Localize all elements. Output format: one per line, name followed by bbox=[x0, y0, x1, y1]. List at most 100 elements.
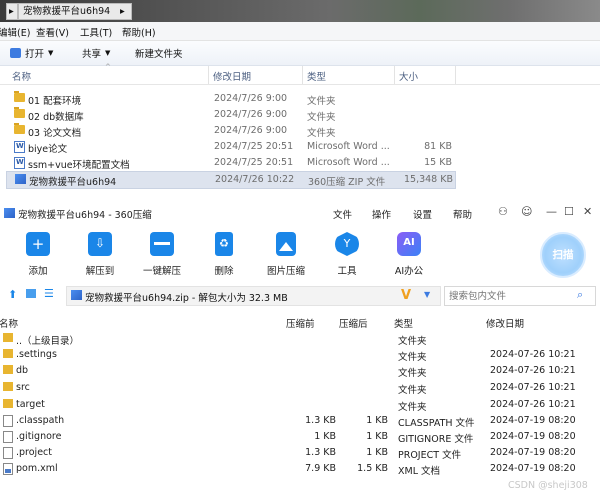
share-label: 共享 bbox=[82, 49, 102, 60]
file-row-selected[interactable]: 宠物救援平台u6h94 2024/7/26 10:22 360压缩 ZIP 文件… bbox=[6, 171, 456, 189]
word-doc-icon bbox=[14, 141, 25, 153]
menu-view[interactable]: 查看(V) bbox=[36, 25, 69, 39]
column-size[interactable]: 大小 bbox=[399, 69, 418, 83]
ai-office-label: AI办公 bbox=[394, 266, 424, 277]
feedback-icon[interactable]: ☺ bbox=[521, 205, 532, 218]
entry-unpacked: 1 KB bbox=[366, 431, 388, 442]
new-folder-button[interactable]: 新建文件夹 bbox=[135, 46, 183, 60]
table-row[interactable]: pom.xml 7.9 KB 1.5 KB XML 文档 2024-07-19 … bbox=[0, 461, 600, 477]
entry-type: PROJECT 文件 bbox=[398, 450, 462, 461]
tools-label: 工具 bbox=[337, 266, 357, 277]
entry-packed: 1 KB bbox=[314, 431, 336, 442]
file-name: 02 db数据库 bbox=[28, 112, 84, 123]
file-date: 2024/7/26 9:00 bbox=[214, 93, 288, 104]
file-row[interactable]: biye论文 2024/7/25 20:51 Microsoft Word ..… bbox=[6, 139, 454, 155]
one-click-extract-button[interactable]: 一键解压 bbox=[137, 232, 187, 277]
entry-name: ..（上级目录） bbox=[16, 336, 80, 347]
xml-file-icon bbox=[3, 463, 13, 475]
entry-date: 2024-07-26 10:21 bbox=[490, 382, 576, 393]
add-button[interactable]: + 添加 bbox=[13, 232, 63, 277]
delete-label: 删除 bbox=[214, 266, 234, 277]
image-compress-icon bbox=[276, 232, 296, 256]
folder-icon bbox=[3, 333, 13, 342]
word-doc-icon bbox=[14, 157, 25, 169]
new-folder-label: 新建文件夹 bbox=[135, 49, 183, 60]
menu-edit[interactable]: 编辑(E) bbox=[0, 25, 30, 39]
column-type[interactable]: 类型 bbox=[394, 316, 413, 330]
up-arrow-icon[interactable]: ⬆ bbox=[8, 288, 17, 301]
table-row[interactable]: target 文件夹 2024-07-26 10:21 bbox=[0, 397, 600, 413]
zip-list-header: 名称 压缩前 压缩后 类型 修改日期 bbox=[0, 314, 600, 330]
table-row[interactable]: src 文件夹 2024-07-26 10:21 bbox=[0, 380, 600, 396]
tools-button[interactable]: Y 工具 bbox=[322, 232, 372, 277]
table-row[interactable]: .project 1.3 KB 1 KB PROJECT 文件 2024-07-… bbox=[0, 445, 600, 461]
path-field[interactable]: 宠物救援平台u6h94.zip - 解包大小为 32.3 MB V ▼ bbox=[66, 286, 441, 306]
menu-file[interactable]: 文件 bbox=[333, 207, 352, 221]
column-type[interactable]: 类型 bbox=[307, 69, 326, 83]
back-chevron-icon[interactable]: ▸ bbox=[6, 3, 18, 20]
shirt-skin-icon[interactable]: ⚇ bbox=[498, 205, 508, 218]
chevron-right-icon: ▸ bbox=[120, 6, 125, 17]
search-input[interactable] bbox=[447, 288, 571, 305]
tools-icon: Y bbox=[335, 232, 359, 256]
share-button[interactable]: 共享 ▼ bbox=[82, 46, 110, 60]
file-icon bbox=[3, 431, 13, 443]
entry-name: pom.xml bbox=[16, 463, 58, 474]
open-label: 打开 bbox=[25, 49, 45, 60]
extract-to-button[interactable]: ⇩ 解压到 bbox=[75, 232, 125, 277]
chevron-down-icon: ▼ bbox=[48, 49, 54, 57]
folder-icon bbox=[3, 365, 13, 374]
thumbnail-view-icon[interactable] bbox=[26, 289, 36, 298]
menu-help[interactable]: 帮助 bbox=[453, 207, 472, 221]
table-row[interactable]: .gitignore 1 KB 1 KB GITIGNORE 文件 2024-0… bbox=[0, 429, 600, 445]
add-icon: + bbox=[26, 232, 50, 256]
folder-icon bbox=[3, 382, 13, 391]
menu-settings[interactable]: 设置 bbox=[413, 207, 432, 221]
menu-help[interactable]: 帮助(H) bbox=[122, 25, 156, 39]
ai-office-button[interactable]: AI AI办公 bbox=[384, 232, 434, 277]
column-name[interactable]: 名称 bbox=[0, 316, 18, 330]
open-button[interactable]: 打开 ▼ bbox=[10, 46, 53, 60]
image-compress-button[interactable]: 图片压缩 bbox=[261, 232, 311, 277]
table-row[interactable]: .settings 文件夹 2024-07-26 10:21 bbox=[0, 347, 600, 363]
entry-unpacked: 1 KB bbox=[366, 447, 388, 458]
column-packed[interactable]: 压缩前 bbox=[286, 316, 315, 330]
address-segment-label: 宠物救援平台u6h94 bbox=[23, 6, 111, 17]
app-icon bbox=[4, 208, 15, 218]
entry-type: 文件夹 bbox=[398, 352, 427, 363]
image-compress-label: 图片压缩 bbox=[266, 266, 305, 277]
entry-name: db bbox=[16, 365, 29, 376]
menu-tools[interactable]: 工具(T) bbox=[80, 25, 112, 39]
list-view-icon[interactable]: ☰ bbox=[44, 287, 54, 300]
column-name[interactable]: 名称 bbox=[12, 69, 31, 83]
file-type: 文件夹 bbox=[307, 128, 336, 139]
folder-icon bbox=[14, 91, 25, 102]
close-icon[interactable]: ✕ bbox=[583, 205, 592, 218]
table-row[interactable]: .classpath 1.3 KB 1 KB CLASSPATH 文件 2024… bbox=[0, 413, 600, 429]
delete-button[interactable]: ♻ 删除 bbox=[199, 232, 249, 277]
file-row[interactable]: 02 db数据库 2024/7/26 9:00 文件夹 bbox=[6, 107, 454, 123]
file-row[interactable]: 01 配套环境 2024/7/26 9:00 文件夹 bbox=[6, 91, 454, 107]
entry-type: 文件夹 bbox=[398, 385, 427, 396]
v-logo-icon[interactable]: V bbox=[401, 288, 411, 303]
address-bar[interactable]: ▸ 宠物救援平台u6h94 ▸ bbox=[0, 0, 600, 22]
entry-name: .settings bbox=[16, 349, 57, 360]
folder-icon bbox=[3, 399, 13, 408]
delete-icon: ♻ bbox=[215, 232, 233, 256]
address-segment[interactable]: 宠物救援平台u6h94 ▸ bbox=[18, 3, 132, 20]
scan-button[interactable]: 扫描 bbox=[540, 232, 586, 278]
column-date[interactable]: 修改日期 bbox=[213, 69, 251, 83]
table-row[interactable]: ..（上级目录） 文件夹 bbox=[0, 331, 600, 347]
column-date[interactable]: 修改日期 bbox=[486, 316, 524, 330]
search-icon[interactable]: ⌕ bbox=[577, 288, 583, 302]
menu-action[interactable]: 操作 bbox=[372, 207, 391, 221]
table-row[interactable]: db 文件夹 2024-07-26 10:21 bbox=[0, 363, 600, 379]
minimize-icon[interactable]: — bbox=[546, 205, 557, 218]
column-unpacked[interactable]: 压缩后 bbox=[339, 316, 368, 330]
folder-icon bbox=[14, 123, 25, 134]
file-row[interactable]: 03 论文文档 2024/7/26 9:00 文件夹 bbox=[6, 123, 454, 139]
maximize-icon[interactable]: ☐ bbox=[564, 205, 574, 218]
file-row[interactable]: ssm+vue环境配置文档 2024/7/25 20:51 Microsoft … bbox=[6, 155, 454, 171]
search-box: ⌕ bbox=[444, 286, 596, 306]
chevron-down-icon[interactable]: ▼ bbox=[424, 290, 430, 299]
